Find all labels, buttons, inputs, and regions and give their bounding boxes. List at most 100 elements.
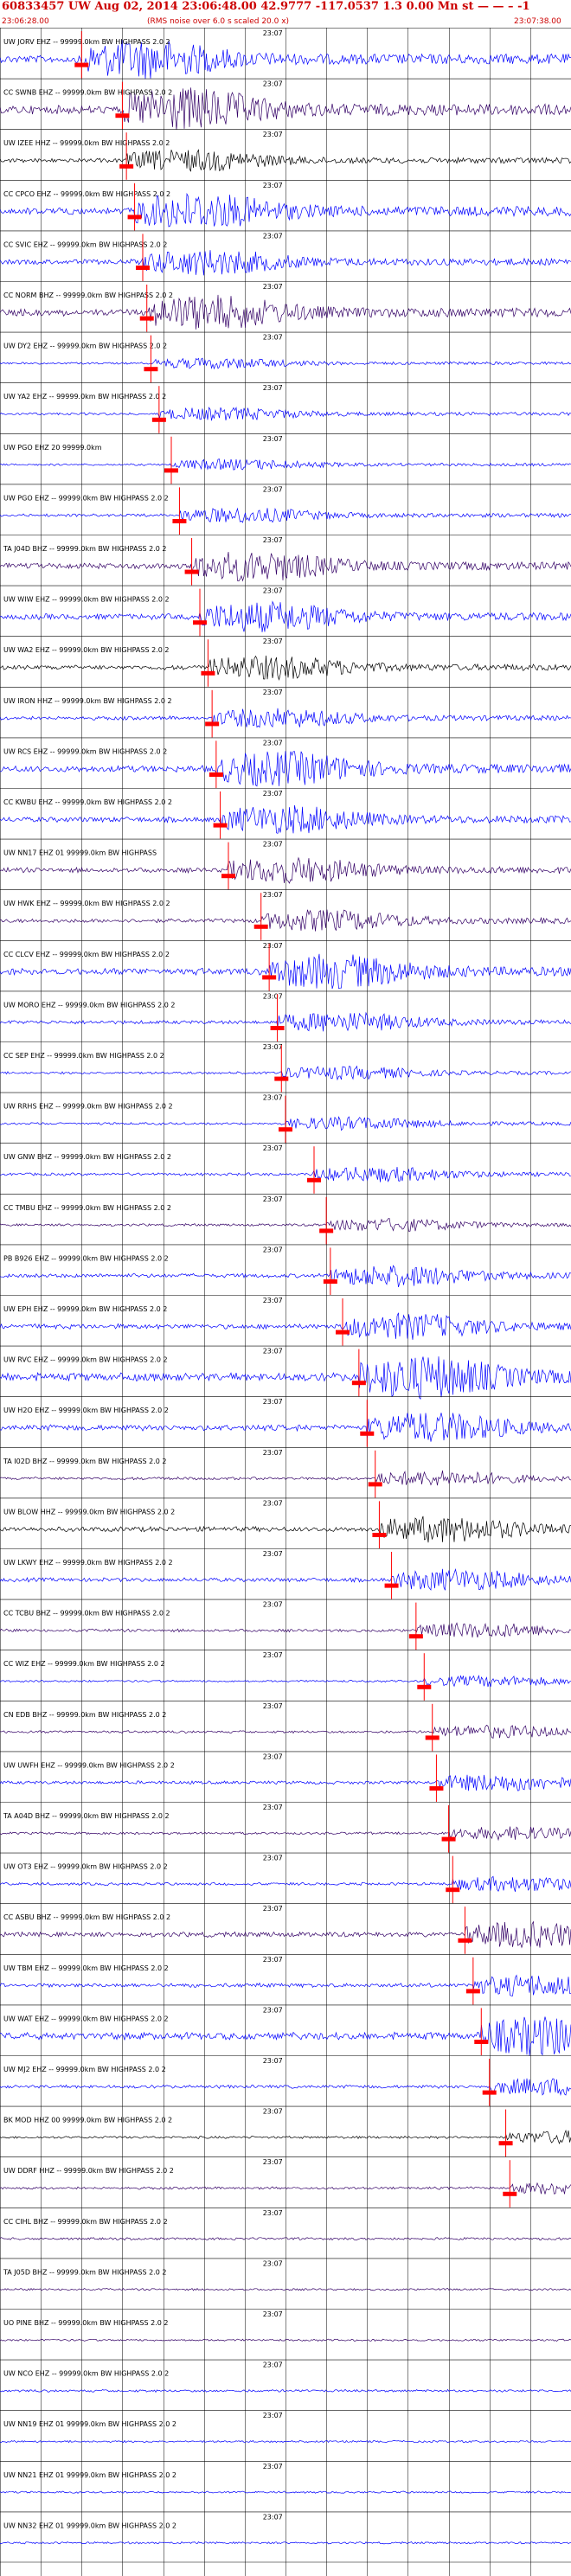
waveform-trace: [0, 804, 571, 834]
waveform-trace: [0, 2388, 571, 2393]
station-label: UW NCO EHZ -- 99999.0km BW HIGHPASS 2.0 …: [3, 2370, 169, 2378]
minute-tick-label: 23:07: [263, 536, 283, 544]
pick-marker: [498, 2141, 513, 2146]
pick-marker: [209, 772, 223, 777]
station-label: UW WA2 EHZ -- 99999.0km BW HIGHPASS 2.0 …: [3, 646, 169, 654]
station-label: CC CLCV EHZ -- 99999.0km BW HIGHPASS 2.0…: [3, 951, 170, 958]
minute-tick-label: 23:07: [263, 1702, 283, 1710]
minute-tick-label: 23:07: [263, 232, 283, 240]
pick-marker: [323, 1279, 337, 1284]
pick-marker: [253, 924, 268, 929]
minute-tick-label: 23:07: [263, 1956, 283, 1964]
waveform-trace: [0, 2287, 571, 2291]
waveform-trace: [0, 1675, 571, 1688]
waveform-trace: [0, 2490, 571, 2494]
station-label: UW DDRF HHZ -- 99999.0km BW HIGHPASS 2.0…: [3, 2167, 174, 2175]
station-label: UW DY2 EHZ -- 99999.0km BW HIGHPASS 2.0 …: [3, 343, 167, 350]
station-label: TA I02D BHZ -- 99999.0km BW HIGHPASS 2.0…: [3, 1458, 167, 1465]
minute-tick-label: 23:07: [263, 1601, 283, 1609]
waveform-trace: [0, 551, 571, 582]
seismogram-panel: 23:07 UW JORV EHZ -- 99999.0km BW HIGHPAS…: [0, 28, 571, 2576]
minute-tick-label: 23:07: [263, 1297, 283, 1304]
pick-marker: [482, 2090, 497, 2095]
station-label: UW PGO EHZ 20 99999.0km: [3, 444, 102, 452]
minute-tick-label: 23:07: [263, 2513, 283, 2521]
pick-marker: [417, 1684, 432, 1689]
waveform-trace: [0, 2182, 571, 2195]
pick-marker: [279, 1127, 292, 1132]
minute-tick-label: 23:07: [263, 1753, 283, 1760]
waveform-trace: [0, 1515, 571, 1543]
waveform-trace: [0, 1166, 571, 1182]
station-label: TA J05D BHZ -- 99999.0km BW HIGHPASS 2.0…: [3, 2268, 167, 2276]
pick-marker: [139, 316, 154, 321]
minute-tick-label: 23:07: [263, 992, 283, 1000]
station-label: UW BLOW HHZ -- 99999.0km BW HIGHPASS 2.0…: [3, 1508, 175, 1515]
pick-marker: [441, 1836, 456, 1842]
waveform-trace: [0, 507, 571, 523]
station-label: CN EDB BHZ -- 99999.0km BW HIGHPASS 2.0 …: [3, 1711, 166, 1719]
station-label: CC KWBU EHZ -- 99999.0km BW HIGHPASS 2.0…: [3, 798, 172, 806]
station-label: UW EPH EHZ -- 99999.0km BW HIGHPASS 2.0 …: [3, 1305, 167, 1313]
station-label: UW RVC EHZ -- 99999.0km BW HIGHPASS 2.0 …: [3, 1356, 168, 1364]
minute-tick-label: 23:07: [263, 1550, 283, 1558]
waveform-trace: [0, 1567, 571, 1591]
station-label: UW GNW BHZ -- 99999.0km BW HIGHPASS 2.0 …: [3, 1153, 171, 1161]
minute-tick-label: 23:07: [263, 739, 283, 747]
pick-marker: [201, 670, 215, 676]
station-label: UW NN19 EHZ 01 99999.0km BW HIGHPASS 2.0…: [3, 2420, 176, 2428]
pick-marker: [465, 1989, 480, 1994]
minute-tick-label: 23:07: [263, 1855, 283, 1862]
station-label: UW PGO EHZ -- 99999.0km BW HIGHPASS 2.0 …: [3, 494, 169, 502]
waveform-trace: [0, 1413, 571, 1442]
minute-tick-label: 23:07: [263, 2259, 283, 2267]
station-label: CC ASBU BHZ -- 99999.0km BW HIGHPASS 2.0…: [3, 1913, 170, 1921]
pick-marker: [368, 1482, 382, 1487]
pick-marker: [136, 266, 150, 270]
station-label: UW MORO EHZ -- 99999.0km BW HIGHPASS 2.0…: [3, 1001, 175, 1009]
minute-tick-label: 23:07: [263, 2463, 283, 2470]
minute-tick-label: 23:07: [263, 1499, 283, 1507]
waveform-trace: [0, 1974, 571, 1996]
minute-tick-label: 23:07: [263, 1348, 283, 1355]
station-label: UW UWFH EHZ -- 99999.0km BW HIGHPASS 2.0…: [3, 1761, 175, 1769]
pick-marker: [503, 2191, 517, 2196]
waveform-trace: [0, 1471, 571, 1486]
pick-marker: [351, 1381, 366, 1386]
waveform-trace: [0, 600, 571, 632]
minute-tick-label: 23:07: [263, 1195, 283, 1203]
pick-marker: [274, 1076, 289, 1081]
pick-marker: [205, 721, 220, 727]
waveform-trace: [0, 856, 571, 884]
waveform-trace: [0, 1622, 571, 1637]
minute-tick-label: 23:07: [263, 841, 283, 849]
pick-marker: [262, 975, 277, 980]
waveform-trace: [0, 458, 571, 471]
pick-marker: [270, 1026, 285, 1030]
waveform-trace: [0, 2439, 571, 2444]
minute-tick-label: 23:07: [263, 334, 283, 342]
waveform-trace: [0, 655, 571, 682]
minute-tick-label: 23:07: [263, 1094, 283, 1102]
pick-marker: [119, 163, 134, 169]
minute-tick-label: 23:07: [263, 1043, 283, 1051]
waveform-trace: [0, 708, 571, 728]
station-label: CC WIZ EHZ -- 99999.0km BW HIGHPASS 2.0 …: [3, 1660, 165, 1668]
station-label: UW MJ2 EHZ -- 99999.0km BW HIGHPASS 2.0 …: [3, 2066, 166, 2073]
station-label: UW OT3 EHZ -- 99999.0km BW HIGHPASS 2.0 …: [3, 1863, 168, 1871]
waveform-trace: [0, 2338, 571, 2342]
minute-tick-label: 23:07: [263, 1651, 283, 1659]
waveform-trace: [0, 1774, 571, 1791]
pick-marker: [213, 823, 228, 828]
pick-marker: [115, 113, 130, 119]
minute-tick-label: 23:07: [263, 689, 283, 696]
station-label: CC NORM BHZ -- 99999.0km BW HIGHPASS 2.0…: [3, 292, 173, 299]
station-label: UW IZEE HHZ -- 99999.0km BW HIGHPASS 2.0…: [3, 139, 170, 147]
pick-marker: [193, 620, 207, 625]
minute-tick-label: 23:07: [263, 131, 283, 138]
waveform-trace: [0, 2236, 571, 2241]
minute-tick-label: 23:07: [263, 2412, 283, 2419]
station-label: TA J04D BHZ -- 99999.0km BW HIGHPASS 2.0…: [3, 545, 167, 553]
minute-tick-label: 23:07: [263, 790, 283, 798]
pick-marker: [384, 1583, 399, 1588]
